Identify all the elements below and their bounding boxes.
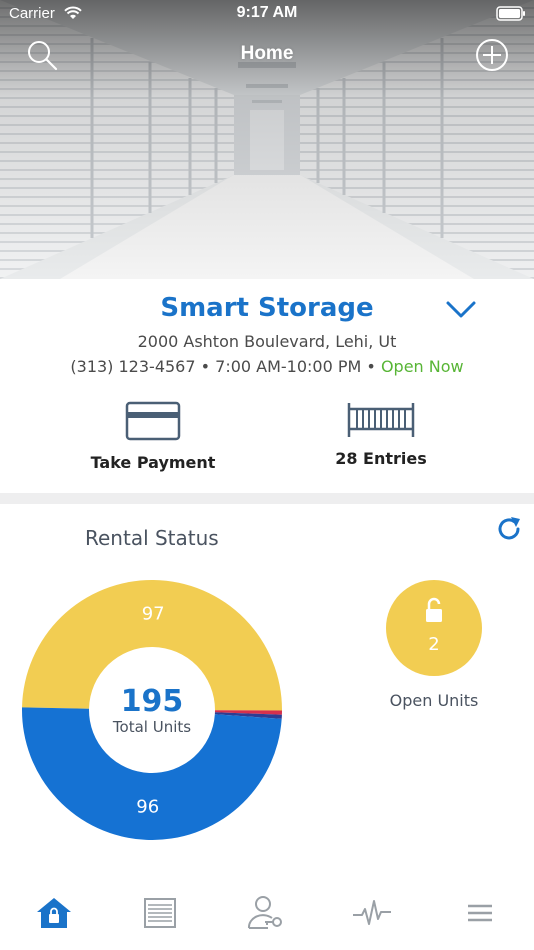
add-button[interactable] xyxy=(474,37,510,73)
take-payment-button[interactable]: Take Payment xyxy=(63,401,243,481)
tab-home[interactable] xyxy=(24,890,84,936)
tab-tenants[interactable] xyxy=(236,890,296,936)
refresh-button[interactable] xyxy=(494,514,524,544)
open-status: Open Now xyxy=(380,357,464,376)
tab-activity[interactable] xyxy=(342,890,402,936)
credit-card-icon xyxy=(125,401,181,441)
facility-switcher-button[interactable] xyxy=(444,297,478,321)
separator: • xyxy=(361,357,381,376)
facility-phone[interactable]: (313) 123-4567 xyxy=(70,357,195,376)
rental-status-section: Rental Status 97 96 195 Total Units 2 Ope… xyxy=(0,504,534,880)
gate-icon xyxy=(347,403,415,437)
total-units-value: 195 xyxy=(120,684,184,719)
battery-icon xyxy=(496,6,525,21)
clock: 9:17 AM xyxy=(236,4,298,21)
tab-units[interactable] xyxy=(130,890,190,936)
home-lock-icon xyxy=(37,898,71,928)
menu-icon xyxy=(468,904,492,922)
storage-corridor-image xyxy=(0,0,534,279)
storage-unit-icon xyxy=(144,898,176,928)
entries-label: 28 Entries xyxy=(335,449,427,468)
facility-hours: 7:00 AM-10:00 PM xyxy=(215,357,362,376)
chevron-down-icon xyxy=(446,301,476,318)
donut-slice-value-label: 96 xyxy=(136,796,159,817)
activity-pulse-icon xyxy=(353,900,391,925)
donut-slice-value-label: 97 xyxy=(142,604,165,625)
tab-bar xyxy=(0,880,534,950)
add-circle-icon xyxy=(476,39,508,71)
total-units-label: Total Units xyxy=(112,718,192,736)
separator: • xyxy=(195,357,216,376)
facility-card: Smart Storage 2000 Ashton Boulevard, Leh… xyxy=(0,279,534,493)
status-bar: Carrier 9:17 AM xyxy=(0,0,534,30)
page-title: Home xyxy=(240,43,294,64)
hero-image: Carrier 9:17 AM Home xyxy=(0,0,534,279)
user-key-icon xyxy=(247,896,282,929)
open-units-badge[interactable]: 2 xyxy=(386,580,482,676)
refresh-icon xyxy=(498,517,520,540)
rental-status-title: Rental Status xyxy=(85,526,219,550)
facility-contact-line: (313) 123-4567 • 7:00 AM-10:00 PM • Open… xyxy=(0,357,534,376)
open-units-label: Open Units xyxy=(389,691,479,710)
entries-button[interactable]: 28 Entries xyxy=(291,401,471,481)
take-payment-label: Take Payment xyxy=(90,453,216,472)
section-divider xyxy=(0,493,534,504)
facility-address: 2000 Ashton Boulevard, Lehi, Ut xyxy=(137,332,397,351)
tab-menu[interactable] xyxy=(450,890,510,936)
unlocked-padlock-icon xyxy=(426,597,442,622)
open-units-value: 2 xyxy=(428,634,440,655)
